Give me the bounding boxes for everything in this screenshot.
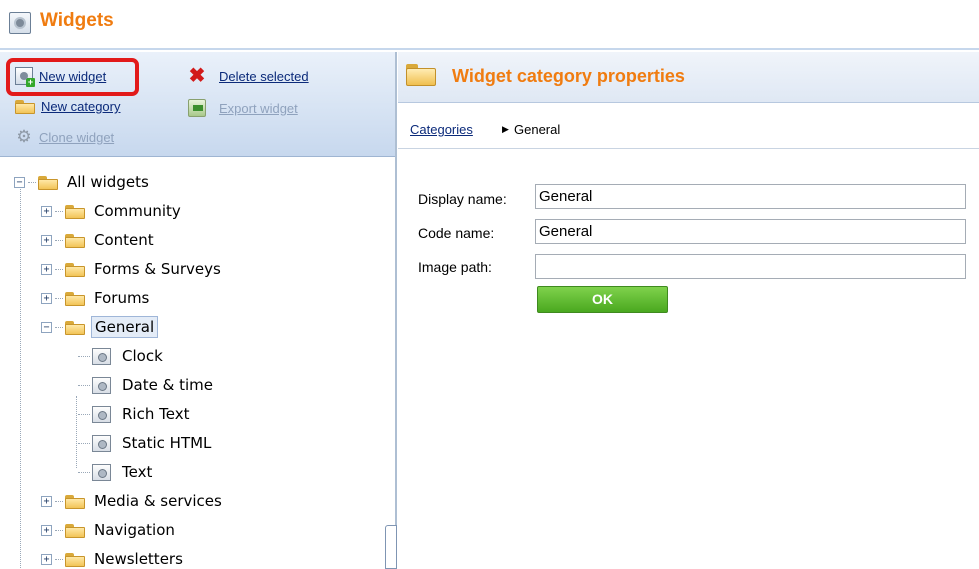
tree-widget-label: Text: [122, 463, 153, 481]
breadcrumb-current: General: [514, 122, 561, 137]
expand-icon[interactable]: +: [41, 553, 52, 565]
widget-icon: [92, 376, 111, 394]
widget-icon: [92, 405, 111, 423]
app-header: Widgets: [0, 0, 979, 50]
widget-gear-icon: [9, 12, 31, 34]
tree-root[interactable]: − All widgets: [14, 170, 152, 194]
folder-icon: [65, 291, 85, 306]
left-pane: + New widget ✖ Delete selected New categ…: [0, 52, 397, 569]
tree-category-label: General: [91, 316, 159, 338]
expand-icon[interactable]: +: [41, 263, 52, 275]
clone-widget-label: Clone widget: [39, 129, 115, 145]
new-widget-label: New widget: [39, 68, 107, 84]
tree-category-label: Newsletters: [94, 550, 183, 568]
folder-icon: [38, 175, 58, 190]
tree-category[interactable]: + Forms & Surveys: [41, 257, 224, 281]
tree-category-label: Forms & Surveys: [94, 260, 221, 278]
tree-category[interactable]: + Forums: [41, 286, 152, 310]
folder-icon: [65, 523, 85, 538]
clone-widget-button[interactable]: ⚙ Clone widget: [15, 128, 114, 146]
tree-category[interactable]: + Content: [41, 228, 157, 252]
new-widget-icon: +: [15, 67, 35, 87]
collapse-icon[interactable]: −: [41, 321, 52, 333]
tree-category-label: Navigation: [94, 521, 175, 539]
new-category-button[interactable]: New category: [15, 99, 120, 114]
tree-category-label: Content: [94, 231, 154, 249]
toolbar: + New widget ✖ Delete selected New categ…: [0, 52, 395, 157]
folder-icon: [65, 233, 85, 248]
expand-icon[interactable]: +: [41, 205, 52, 217]
widget-icon: [92, 434, 111, 452]
tree-widget-label: Date & time: [122, 376, 213, 394]
clone-icon: ⚙: [16, 127, 32, 146]
widget-tree: − All widgets + Community + Content + Fo…: [0, 158, 380, 569]
folder-icon: [65, 262, 85, 277]
tree-widget-label: Static HTML: [122, 434, 212, 452]
tree-category-general[interactable]: − General: [41, 315, 159, 339]
tree-widget-label: Clock: [122, 347, 163, 365]
breadcrumb-categories-link[interactable]: Categories: [410, 122, 473, 137]
export-icon: [188, 99, 206, 117]
new-category-folder-icon: [15, 99, 35, 114]
new-category-label: New category: [41, 99, 121, 114]
right-pane: Widget category properties Categories ▶ …: [398, 52, 979, 569]
tree-category[interactable]: + Navigation: [41, 518, 178, 542]
delete-selected-button[interactable]: ✖ Delete selected: [188, 65, 309, 87]
display-name-label: Display name:: [418, 191, 507, 207]
folder-icon: [406, 64, 436, 86]
display-name-field[interactable]: [535, 184, 966, 209]
tree-widget[interactable]: Static HTML: [78, 431, 214, 455]
expand-icon[interactable]: +: [41, 292, 52, 304]
breadcrumb: Categories ▶ General: [398, 104, 979, 149]
tree-widget[interactable]: Date & time: [78, 373, 216, 397]
folder-icon: [65, 204, 85, 219]
code-name-label: Code name:: [418, 225, 495, 241]
tree-category-label: Forums: [94, 289, 150, 307]
expand-icon[interactable]: +: [41, 524, 52, 536]
tree-widget[interactable]: Clock: [78, 344, 166, 368]
page-title: Widgets: [40, 10, 114, 31]
delete-selected-label: Delete selected: [219, 68, 309, 84]
properties-title: Widget category properties: [452, 66, 685, 86]
folder-icon: [65, 494, 85, 509]
image-path-label: Image path:: [418, 259, 492, 275]
tree-widget[interactable]: Rich Text: [78, 402, 192, 426]
expand-icon[interactable]: +: [41, 234, 52, 246]
code-name-field[interactable]: [535, 219, 966, 244]
widget-icon: [92, 347, 111, 365]
ok-button[interactable]: OK: [537, 286, 668, 313]
pane-splitter[interactable]: [385, 525, 397, 569]
collapse-icon[interactable]: −: [14, 176, 25, 188]
export-widget-button[interactable]: Export widget: [188, 99, 298, 117]
delete-icon: ✖: [188, 65, 206, 87]
expand-icon[interactable]: +: [41, 495, 52, 507]
folder-icon: [65, 552, 85, 567]
widget-icon: [92, 463, 111, 481]
export-widget-label: Export widget: [219, 100, 298, 116]
tree-guide-line: [76, 396, 77, 468]
folder-icon: [65, 320, 85, 335]
tree-guide-line: [20, 178, 21, 568]
tree-category-label: Community: [94, 202, 181, 220]
tree-category[interactable]: + Newsletters: [41, 547, 186, 569]
tree-widget-label: Rich Text: [122, 405, 190, 423]
image-path-field[interactable]: [535, 254, 966, 279]
tree-category[interactable]: + Community: [41, 199, 184, 223]
tree-category-label: Media & services: [94, 492, 222, 510]
tree-category[interactable]: + Media & services: [41, 489, 225, 513]
new-widget-button[interactable]: + New widget: [15, 67, 107, 87]
tree-widget[interactable]: Text: [78, 460, 155, 484]
breadcrumb-arrow-icon: ▶: [502, 124, 509, 134]
properties-header: Widget category properties: [398, 52, 979, 103]
tree-root-label: All widgets: [67, 173, 149, 191]
